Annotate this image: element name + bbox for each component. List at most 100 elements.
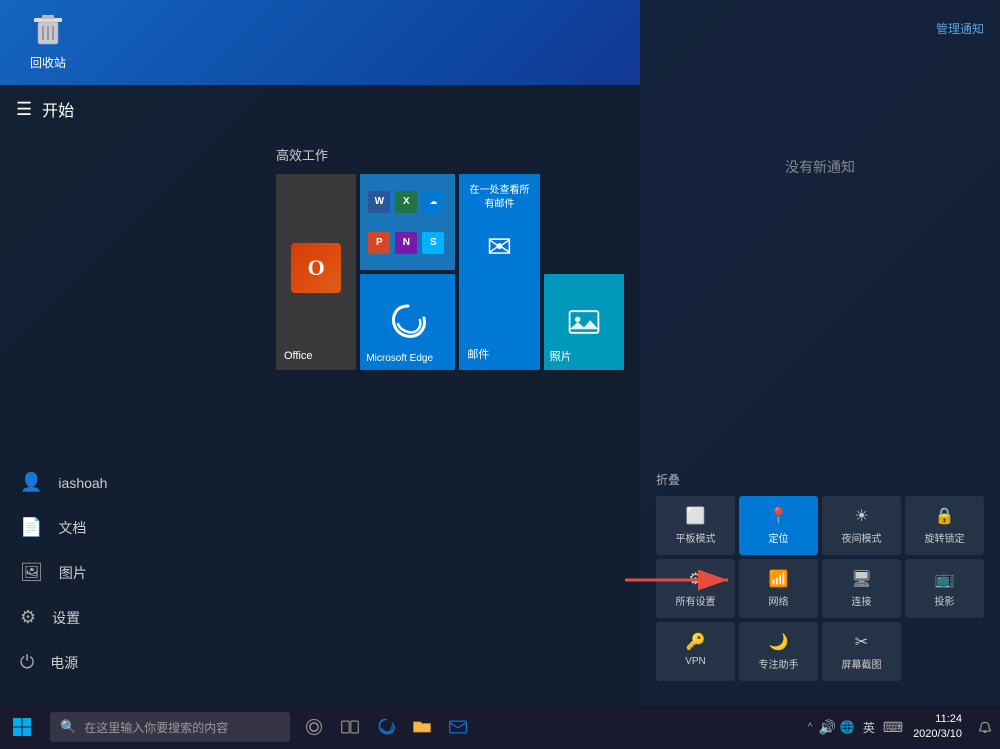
vpn-icon: 🔑 [686,632,706,652]
tray-time: 11:24 [913,712,962,727]
recycle-bin-label: 回收站 [30,54,66,71]
task-view-icon [340,717,360,737]
quick-btn-tablet[interactable]: ⬜ 平板模式 [656,496,735,555]
focus-icon: 🌙 [769,632,789,652]
network-label: 网络 [769,593,789,608]
taskbar-mail-icon [448,717,468,737]
quick-btn-night[interactable]: ☀ 夜间模式 [822,496,901,555]
taskbar-explorer-icon [412,717,432,737]
quick-grid-row3: 🔑 VPN 🌙 专注助手 ✂ 屏幕截图 [656,622,984,681]
tray-icons: 🔊 🌐 [818,719,854,736]
manage-notification-link[interactable]: 管理通知 [936,20,984,37]
collapse-label: 折叠 [656,471,984,488]
night-icon: ☀ [854,506,868,526]
pictures-icon: 🖼 [20,562,43,583]
tray-caret[interactable]: ^ [808,722,813,733]
sidebar-item-user[interactable]: 👤 iashoah [0,460,260,505]
office-logo: O [291,243,341,293]
tablet-label: 平板模式 [676,530,716,545]
notification-button[interactable] [970,705,1000,749]
quick-btn-rotate[interactable]: 🔒 旋转锁定 [905,496,984,555]
start-tiles: 高效工作 O Office [260,133,640,705]
tile-photos-label: 照片 [550,348,572,364]
notification-icon [977,719,993,735]
location-icon: 📍 [769,506,789,526]
onedrive-icon: ☁ [422,191,444,213]
vpn-label: VPN [685,656,706,667]
sidebar-item-settings[interactable]: ⚙ 设置 [0,595,260,640]
rotate-label: 旋转锁定 [925,530,965,545]
sidebar-item-power-label: 电源 [50,653,78,673]
screenshot-icon: ✂ [855,632,868,652]
recycle-bin[interactable]: 回收站 [18,10,78,71]
quick-grid-row1: ⬜ 平板模式 📍 定位 ☀ 夜间模式 🔒 旋转锁定 [656,496,984,555]
quick-btn-location[interactable]: 📍 定位 [739,496,818,555]
sidebar-item-docs-label: 文档 [58,518,86,538]
network-icon: 📶 [769,569,789,589]
power-icon: ⏻ [20,652,34,673]
tile-mail[interactable]: 在一处查看所有邮件 ✉ 邮件 [459,174,539,370]
focus-label: 专注助手 [759,656,799,671]
start-button[interactable] [0,705,44,749]
sidebar-item-docs[interactable]: 📄 文档 [0,505,260,550]
quick-btn-empty [905,622,984,681]
search-placeholder: 在这里输入你要搜索的内容 [84,719,228,736]
recycle-bin-icon [28,10,68,50]
taskbar-mail[interactable] [440,709,476,745]
project-label: 投影 [935,593,955,608]
quick-btn-vpn[interactable]: 🔑 VPN [656,622,735,681]
taskbar: 🔍 在这里输入你要搜索的内容 [0,705,1000,749]
tile-edge[interactable]: Microsoft Edge [360,274,455,370]
connect-icon: 🖥 [851,569,871,589]
start-menu: ☰ 开始 👤 iashoah 📄 文档 🖼 图片 [0,85,640,705]
excel-icon: X [395,191,417,213]
user-icon: 👤 [20,472,42,493]
sidebar-item-user-label: iashoah [58,475,107,491]
mail-tile-icon: ✉ [487,230,512,265]
tile-office-label: Office [284,350,313,362]
taskbar-edge[interactable] [368,709,404,745]
document-icon: 📄 [20,517,42,538]
connect-label: 连接 [852,593,872,608]
notification-header: 管理通知 [656,20,984,37]
sidebar-item-pictures[interactable]: 🖼 图片 [0,550,260,595]
keyboard-layout-icon[interactable]: ⌨ [883,719,903,736]
onenote-icon: N [395,232,417,254]
start-menu-top: ☰ 开始 [0,85,640,133]
quick-btn-project[interactable]: 📺 投影 [905,559,984,618]
sidebar-item-power[interactable]: ⏻ 电源 [0,640,260,685]
quick-btn-screenshot[interactable]: ✂ 屏幕截图 [822,622,901,681]
quick-btn-network[interactable]: 📶 网络 [739,559,818,618]
photos-icon [564,302,604,342]
tile-office[interactable]: O Office [276,174,356,370]
search-bar[interactable]: 🔍 在这里输入你要搜索的内容 [50,712,290,742]
quick-btn-focus[interactable]: 🌙 专注助手 [739,622,818,681]
word-icon: W [368,191,390,213]
search-icon: 🔍 [60,719,76,735]
tile-photos[interactable]: 照片 [544,274,624,370]
lang-indicator[interactable]: 英 [863,719,875,736]
desktop: 回收站 ☰ 开始 👤 iashoah 📄 文档 [0,0,1000,705]
volume-icon[interactable]: 🔊 [818,719,835,736]
tile-office-apps[interactable]: W X ☁ P N S [360,174,455,270]
system-tray: ^ 🔊 🌐 英 ⌨ 11:24 2020/3/10 [800,712,970,743]
quick-btn-connect[interactable]: 🖥 连接 [822,559,901,618]
windows-logo [12,717,32,737]
night-label: 夜间模式 [842,530,882,545]
tablet-icon: ⬜ [686,506,706,526]
hamburger-icon[interactable]: ☰ [16,99,32,120]
project-icon: 📺 [935,569,955,589]
start-title: 开始 [42,97,74,121]
settings-icon: ⚙ [20,607,36,628]
taskbar-explorer[interactable] [404,709,440,745]
arrow-indicator [620,560,740,605]
network-tray-icon[interactable]: 🌐 [840,720,855,734]
task-view-button[interactable] [332,709,368,745]
tray-datetime[interactable]: 11:24 2020/3/10 [913,712,962,743]
no-notification-text: 没有新通知 [656,157,984,177]
cortana-button[interactable] [296,709,332,745]
cortana-icon [304,717,324,737]
location-label: 定位 [769,530,789,545]
start-menu-body: 👤 iashoah 📄 文档 🖼 图片 ⚙ 设置 [0,133,640,705]
tiles-section-label: 高效工作 [276,145,624,164]
